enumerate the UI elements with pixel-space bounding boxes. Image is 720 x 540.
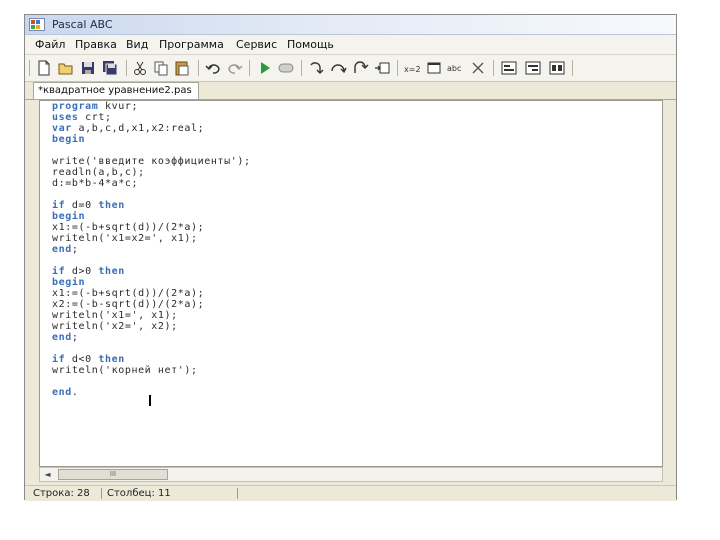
new-file-icon[interactable]: [35, 59, 53, 77]
menu-file[interactable]: Файл: [35, 38, 65, 51]
step-out-icon[interactable]: [351, 59, 369, 77]
copy-icon[interactable]: [152, 59, 170, 77]
watch-icon[interactable]: x=2: [403, 59, 421, 77]
save-all-icon[interactable]: [101, 59, 119, 77]
toolbar-separator: [126, 60, 127, 76]
clear-icon[interactable]: [469, 59, 487, 77]
stop-icon[interactable]: [277, 59, 295, 77]
horizontal-scrollbar[interactable]: ◄ III: [39, 467, 663, 482]
code-line: readln(a,b,c);: [52, 167, 145, 178]
code-line: writeln('x1=x2=', x1);: [52, 233, 198, 244]
tab-file[interactable]: *квадратное уравнение2.pas: [33, 82, 199, 99]
code-line: if d>0 then: [52, 266, 125, 277]
scrollbar-thumb[interactable]: III: [58, 469, 168, 480]
code-line: uses crt;: [52, 112, 112, 123]
text-cursor: [149, 395, 151, 406]
cut-icon[interactable]: [131, 59, 149, 77]
toolbar-separator: [301, 60, 302, 76]
menu-edit[interactable]: Правка: [75, 38, 117, 51]
step-into-icon[interactable]: [307, 59, 325, 77]
status-separator: [237, 488, 238, 499]
status-bar: Строка: 28 Столбец: 11: [25, 485, 676, 501]
code-line: writeln('корней нет');: [52, 365, 198, 376]
code-line: writeln('x1=', x1);: [52, 310, 178, 321]
app-window: Pascal ABC Файл Правка Вид Программа Сер…: [24, 14, 677, 501]
tab-bar: *квадратное уравнение2.pas: [25, 82, 676, 100]
toolbar-separator: [29, 60, 30, 76]
code-line: begin: [52, 277, 86, 288]
toolbar-separator: [249, 60, 250, 76]
menu-view[interactable]: Вид: [126, 38, 148, 51]
code-editor[interactable]: program kvur; uses crt; var a,b,c,d,x1,x2:…: [39, 100, 663, 467]
run-to-cursor-icon[interactable]: [373, 59, 391, 77]
build-icon[interactable]: [524, 59, 542, 77]
svg-text:abc: abc: [447, 64, 461, 73]
open-folder-icon[interactable]: [57, 59, 75, 77]
toolbar: x=2 abc: [25, 55, 676, 82]
toolbar-separator: [397, 60, 398, 76]
compile-icon[interactable]: [500, 59, 518, 77]
redo-icon[interactable]: [226, 59, 244, 77]
code-line: end;: [52, 244, 79, 255]
toolbar-separator: [493, 60, 494, 76]
menu-help[interactable]: Помощь: [287, 38, 334, 51]
scroll-left-arrow-icon[interactable]: ◄: [41, 469, 54, 480]
status-column: Столбец: 11: [107, 488, 171, 499]
menu-bar: Файл Правка Вид Программа Сервис Помощь: [25, 35, 676, 55]
breakpoint-icon[interactable]: abc: [447, 59, 465, 77]
title-bar: Pascal ABC: [25, 15, 676, 35]
options-icon[interactable]: [548, 59, 566, 77]
run-icon[interactable]: [256, 59, 274, 77]
paste-icon[interactable]: [173, 59, 191, 77]
window-title: Pascal ABC: [52, 18, 113, 31]
code-line: begin: [52, 134, 86, 145]
svg-text:x=2: x=2: [404, 65, 421, 74]
pascal-abc-icon: [29, 18, 45, 31]
code-line: write('введите коэффициенты');: [52, 156, 251, 167]
status-separator: [101, 488, 102, 499]
step-over-icon[interactable]: [329, 59, 347, 77]
toolbar-separator: [572, 60, 573, 76]
code-line: d:=b*b-4*a*c;: [52, 178, 139, 189]
code-line: begin: [52, 211, 86, 222]
menu-service[interactable]: Сервис: [236, 38, 277, 51]
code-lines: program kvur; uses crt; var a,b,c,d,x1,x2:…: [52, 101, 251, 398]
window-icon[interactable]: [425, 59, 443, 77]
code-line: end.: [52, 387, 79, 398]
code-line: var a,b,c,d,x1,x2:real;: [52, 123, 205, 134]
code-line: if d<0 then: [52, 354, 125, 365]
code-line: writeln('x2=', x2);: [52, 321, 178, 332]
menu-program[interactable]: Программа: [159, 38, 224, 51]
status-line: Строка: 28: [33, 488, 90, 499]
code-line: program kvur;: [52, 101, 139, 112]
code-line: if d=0 then: [52, 200, 125, 211]
undo-icon[interactable]: [204, 59, 222, 77]
save-icon[interactable]: [79, 59, 97, 77]
code-line: x1:=(-b+sqrt(d))/(2*a);: [52, 288, 205, 299]
code-line: x1:=(-b+sqrt(d))/(2*a);: [52, 222, 205, 233]
toolbar-separator: [198, 60, 199, 76]
code-line: end;: [52, 332, 79, 343]
code-line: x2:=(-b-sqrt(d))/(2*a);: [52, 299, 205, 310]
